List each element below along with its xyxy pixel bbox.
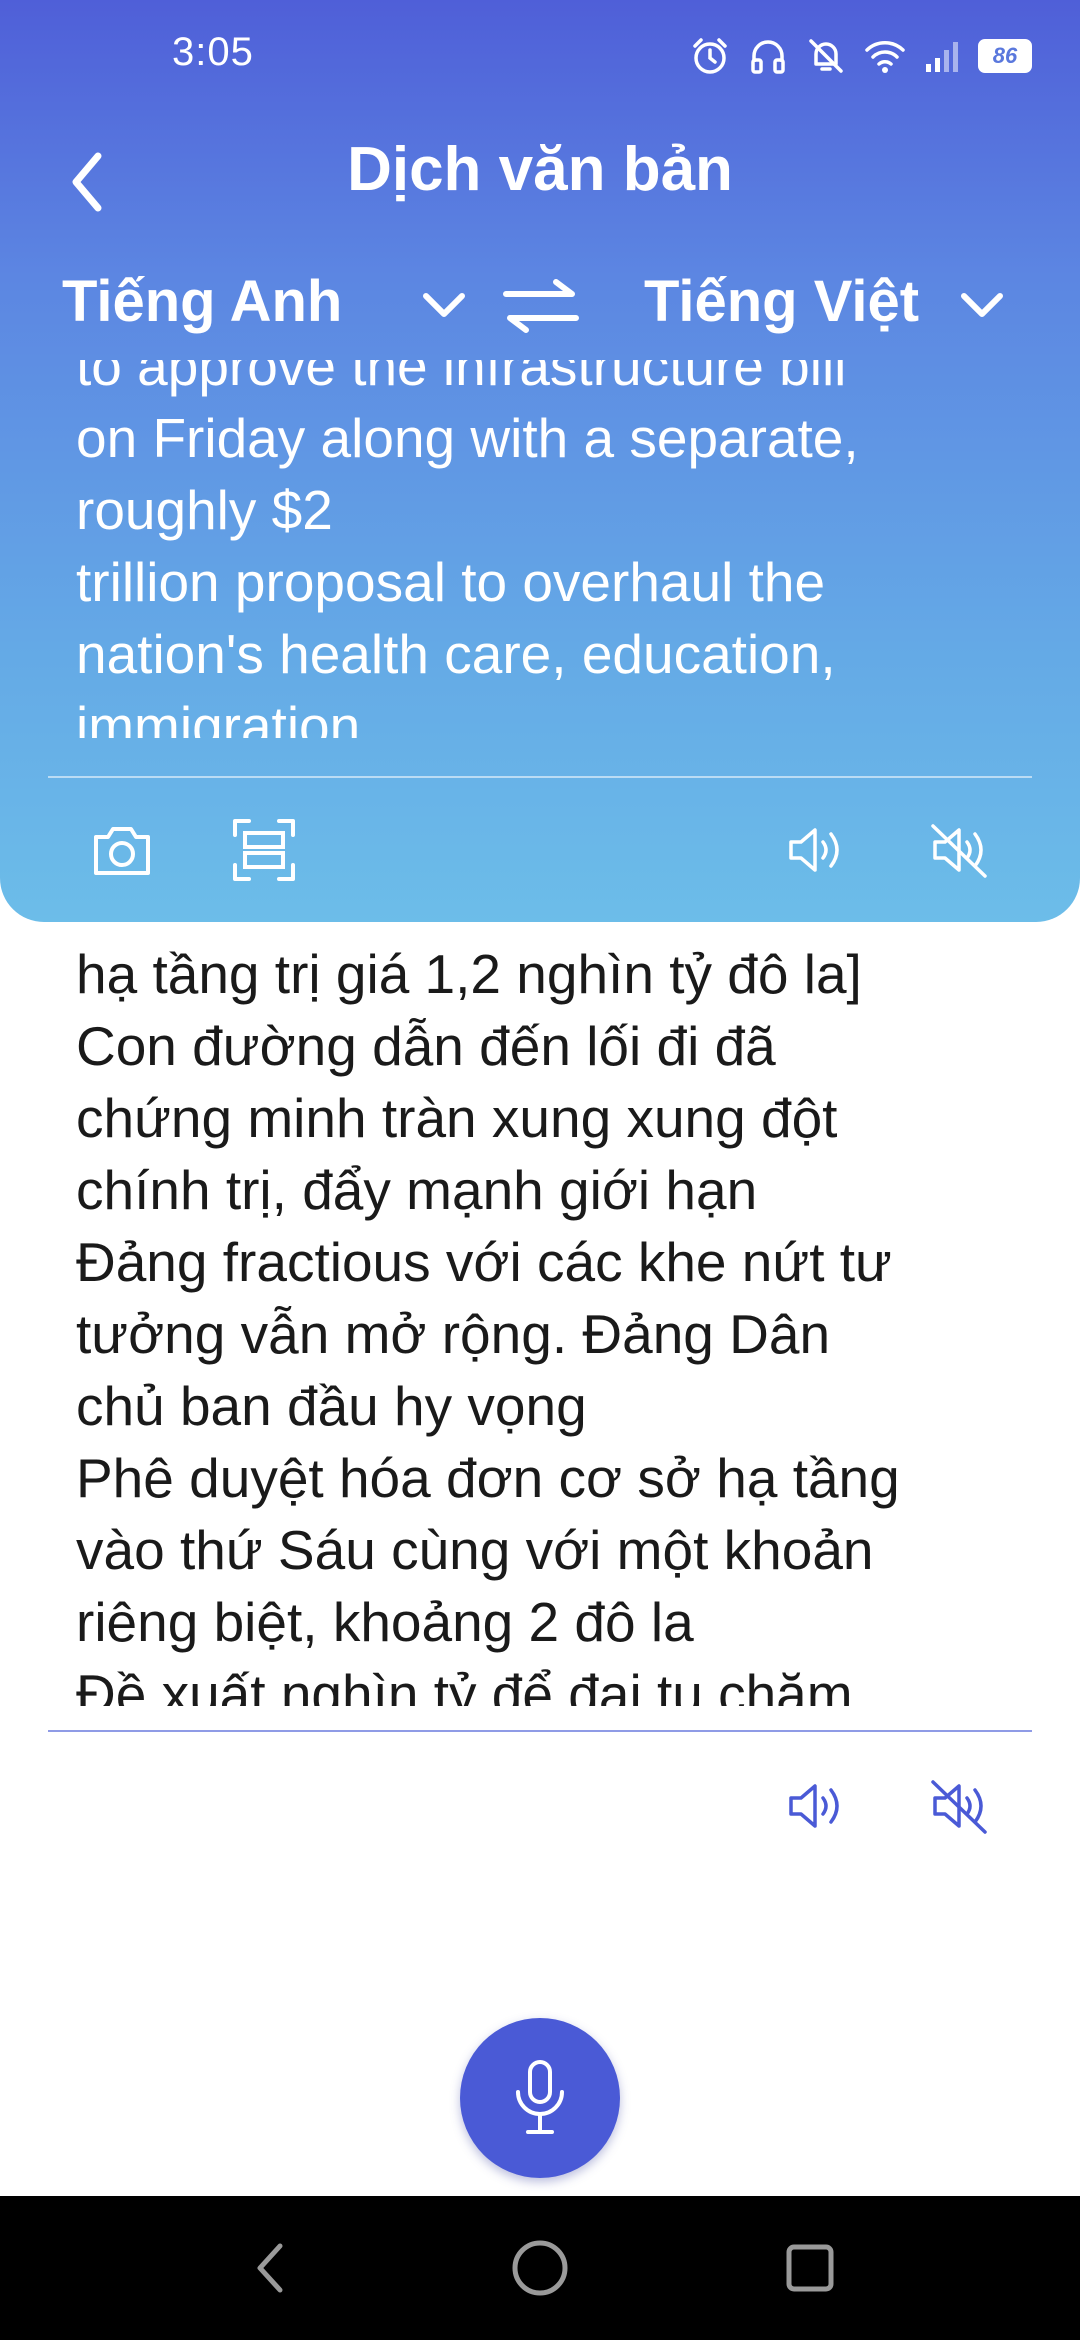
battery-level: 86 <box>992 43 1018 68</box>
translate-screen: 3:05 86 Dịch văn bản Tiếng Anh Tiếng Việ… <box>0 0 1080 2340</box>
signal-icon <box>924 36 960 76</box>
speaker-muted-icon <box>931 1780 987 1834</box>
bell-muted-icon <box>806 36 846 76</box>
microphone-button[interactable] <box>460 2018 620 2178</box>
speaker-icon <box>789 828 839 872</box>
home-nav-icon[interactable] <box>490 2196 590 2340</box>
scan-button[interactable] <box>228 814 300 886</box>
swap-arrows-icon <box>503 279 579 333</box>
recents-nav-icon[interactable] <box>760 2196 860 2340</box>
speaker-muted-icon <box>931 824 987 878</box>
speaker-icon <box>789 1784 839 1828</box>
swap-languages-button[interactable] <box>500 276 582 336</box>
system-nav-bar <box>0 2196 1080 2340</box>
headphones-icon <box>748 36 788 76</box>
status-time: 3:05 <box>172 30 254 74</box>
wifi-icon <box>864 36 906 76</box>
scan-icon <box>233 819 295 881</box>
source-divider <box>48 776 1032 778</box>
source-panel: 3:05 86 Dịch văn bản Tiếng Anh Tiếng Việ… <box>0 0 1080 922</box>
microphone-icon <box>516 2060 564 2134</box>
target-language-selector[interactable]: Tiếng Việt <box>644 268 919 335</box>
camera-button[interactable] <box>86 814 158 886</box>
result-text-area[interactable]: hạ tầng trị giá 1,2 nghìn tỷ đô la] Con … <box>76 950 1036 1706</box>
result-mute-button[interactable] <box>924 1770 996 1842</box>
result-divider <box>48 1730 1032 1732</box>
battery-icon: 86 <box>978 39 1032 73</box>
camera-icon <box>94 827 150 875</box>
source-text: to approve the infrastructure bill on Fr… <box>76 360 859 738</box>
back-nav-icon[interactable] <box>220 2196 320 2340</box>
page-title: Dịch văn bản <box>347 135 733 204</box>
source-speak-button[interactable] <box>780 814 852 886</box>
source-text-area[interactable]: to approve the infrastructure bill on Fr… <box>76 360 1016 738</box>
source-language-selector[interactable]: Tiếng Anh <box>62 268 342 335</box>
target-language-chevron-down-icon[interactable] <box>956 284 1008 328</box>
source-mute-button[interactable] <box>924 814 996 886</box>
result-speak-button[interactable] <box>780 1770 852 1842</box>
result-text: hạ tầng trị giá 1,2 nghìn tỷ đô la] Con … <box>76 950 900 1706</box>
source-language-chevron-down-icon[interactable] <box>418 284 470 328</box>
alarm-icon <box>690 36 730 76</box>
status-icons: 86 <box>690 30 1032 82</box>
